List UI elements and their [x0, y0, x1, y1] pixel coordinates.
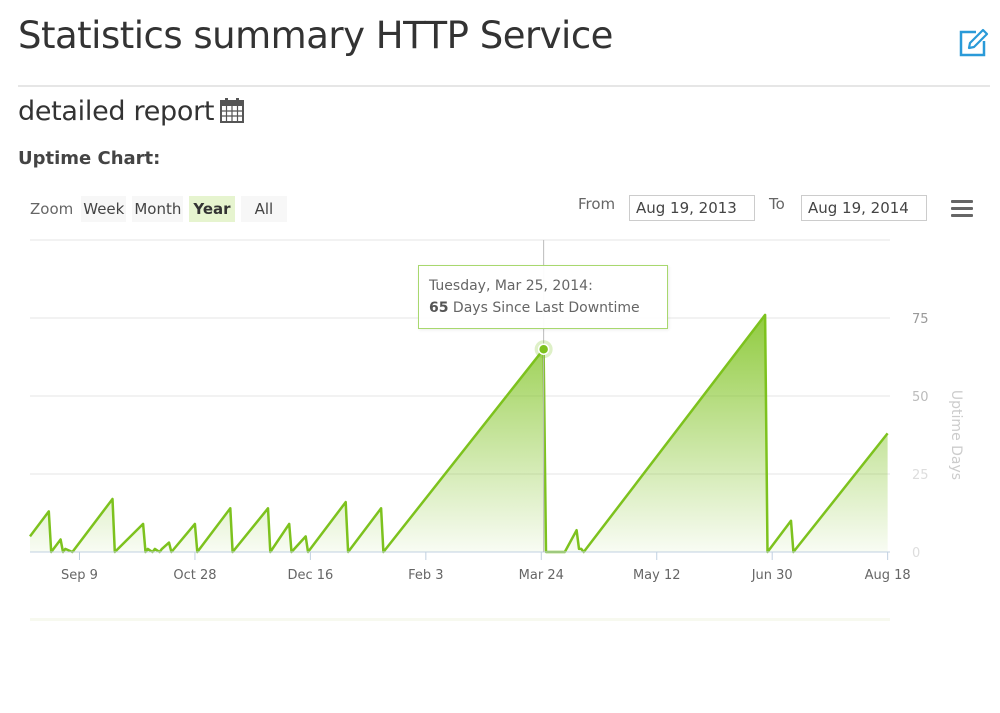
y-tick-label: 75 — [912, 312, 929, 327]
x-tick-label: Dec 16 — [287, 568, 333, 583]
tooltip-date: Tuesday, Mar 25, 2014: — [429, 278, 593, 294]
y-axis-title: Uptime Days — [948, 390, 964, 480]
tooltip-suffix: Days Since Last Downtime — [448, 300, 640, 316]
zoom-all-button[interactable]: All — [240, 196, 288, 222]
x-tick-label: Sep 9 — [61, 568, 98, 583]
y-tick-label: 25 — [912, 468, 929, 483]
highlight-point — [537, 343, 550, 355]
x-tick-label: Feb 3 — [408, 568, 443, 583]
calendar-icon[interactable] — [220, 97, 245, 123]
x-tick-label: Mar 24 — [519, 568, 564, 583]
report-heading-text: detailed report — [18, 96, 215, 127]
from-date-input[interactable] — [629, 195, 755, 221]
navigator-bar[interactable] — [30, 618, 890, 621]
zoom-label: Zoom — [30, 200, 74, 218]
uptime-area — [30, 314, 888, 552]
zoom-selector: Zoom Week Month Year All — [30, 196, 293, 222]
header-divider — [18, 85, 990, 87]
x-tick-label: Jun 30 — [751, 568, 793, 583]
report-heading: detailed report — [18, 96, 245, 127]
zoom-week-button[interactable]: Week — [81, 196, 127, 222]
y-tick-label: 0 — [912, 546, 920, 561]
to-date-input[interactable] — [801, 195, 927, 221]
hamburger-menu-icon[interactable] — [951, 200, 973, 218]
from-label: From — [578, 195, 616, 213]
page-title: Statistics summary HTTP Service — [18, 14, 613, 57]
tooltip-value: 65 — [429, 300, 449, 316]
uptime-chart-label: Uptime Chart: — [18, 148, 161, 169]
edit-icon[interactable] — [956, 26, 990, 60]
chart-tooltip: Tuesday, Mar 25, 2014: 65 Days Since Las… — [418, 265, 668, 329]
x-tick-label: Oct 28 — [173, 568, 216, 583]
to-label: To — [769, 195, 785, 213]
x-tick-label: May 12 — [633, 568, 681, 583]
tooltip-value-line: 65 Days Since Last Downtime — [429, 297, 657, 319]
y-tick-label: 50 — [912, 390, 929, 405]
x-tick-label: Aug 18 — [865, 568, 911, 583]
zoom-month-button[interactable]: Month — [132, 196, 184, 222]
zoom-year-button[interactable]: Year — [189, 196, 235, 222]
